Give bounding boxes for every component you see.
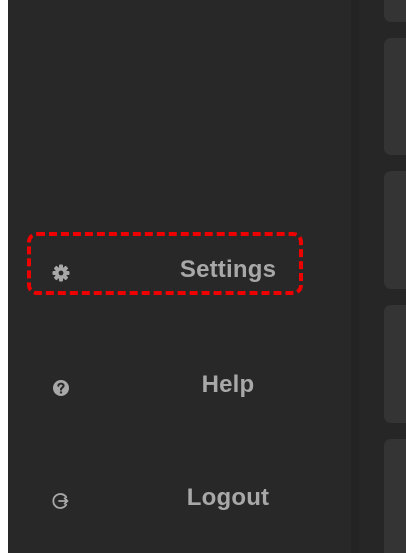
sidebar-item-settings[interactable]: Settings (8, 238, 351, 298)
sidebar: Settings Help Logout (8, 0, 351, 553)
sidebar-item-help[interactable]: Help (8, 353, 351, 413)
help-circle-icon (53, 380, 69, 396)
content-card[interactable] (384, 38, 406, 155)
sidebar-divider (351, 0, 359, 553)
sidebar-item-label: Help (201, 371, 255, 398)
gear-icon (52, 264, 70, 282)
content-card[interactable] (384, 0, 406, 22)
main-content (359, 0, 406, 553)
app-window: Settings Help Logout (8, 0, 406, 553)
logout-icon (52, 493, 69, 509)
sidebar-item-label: Logout (186, 484, 270, 511)
content-card[interactable] (384, 439, 406, 553)
content-card[interactable] (384, 171, 406, 289)
sidebar-item-logout[interactable]: Logout (8, 466, 351, 526)
content-card[interactable] (384, 305, 406, 423)
sidebar-item-label: Settings (179, 256, 277, 283)
